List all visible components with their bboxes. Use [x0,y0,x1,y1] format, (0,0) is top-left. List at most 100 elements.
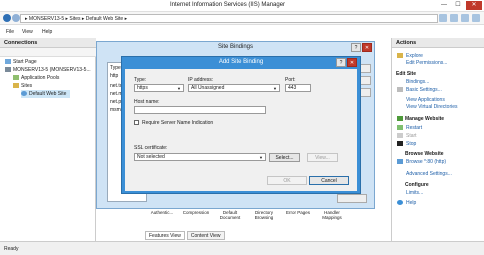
help-icon [397,200,403,205]
select-certificate-button[interactable]: Select... [269,153,300,162]
menu-help[interactable]: Help [42,29,52,35]
chevron-down-icon: ▼ [273,86,277,91]
close-button[interactable]: ✕ [347,58,357,67]
restart-icon [397,125,403,130]
window-title: Internet Information Services (IIS) Mana… [170,2,286,8]
section-manage-website: Manage Website [405,116,445,122]
help-button[interactable]: ? [336,58,346,67]
window-controls: — ☐ ✕ [438,1,482,10]
connections-pane: Connections Start Page MONSERV13-5 (MONS… [0,38,96,241]
action-bindings[interactable]: Bindings... [406,79,429,85]
close-button[interactable]: ✕ [362,43,372,52]
status-text: Ready [4,246,19,252]
maximize-button[interactable]: ☐ [452,1,464,10]
help-button[interactable]: ? [351,43,361,52]
action-advanced-settings[interactable]: Advanced Settings... [406,171,452,177]
menu-file[interactable]: File [6,29,14,35]
port-field[interactable]: 443 [285,84,311,92]
add-site-binding-dialog: Add Site Binding ? ✕ Type: https ▼ IP add… [121,56,361,194]
add-binding-title: Add Site Binding [218,59,264,65]
action-help[interactable]: Help [406,200,416,206]
section-edit-site: Edit Site [396,71,417,77]
actions-header: Actions [392,38,484,48]
actions-pane: Actions Explore Edit Permissions... Edit… [391,38,484,241]
toolbar-icons [439,14,480,22]
action-explore[interactable]: Explore [406,53,423,59]
list-item[interactable]: net.p [110,99,121,105]
server-icon [5,67,11,72]
connections-header: Connections [0,38,96,48]
feature-authentication[interactable]: Authentic... [145,210,179,215]
stop-icon[interactable] [450,14,458,22]
sni-label: Require Server Name Indication [142,120,214,126]
tree-item-start-page[interactable]: Start Page [5,58,37,66]
title-bar: Internet Information Services (IIS) Mana… [0,0,484,12]
breadcrumb[interactable]: ▸ MONSERV13-5 ▸ Sites ▸ Default Web Site… [20,14,438,23]
feature-handler-mappings[interactable]: Handler Mappings [315,210,349,220]
type-label: Type: [134,77,147,83]
ip-address-select[interactable]: All Unassigned ▼ [188,84,280,92]
folder-icon [13,83,19,88]
home-icon[interactable] [461,14,469,22]
folder-icon [397,53,403,58]
view-certificate-button: View... [307,153,338,162]
action-browse-80[interactable]: Browse *:80 (http) [406,159,446,165]
action-stop[interactable]: Stop [406,141,416,147]
action-basic-settings[interactable]: Basic Settings... [406,87,442,93]
cancel-button[interactable]: Cancel [309,176,349,185]
connections-toolbar [0,48,96,57]
tab-features-view[interactable]: Features View [145,231,185,240]
feature-compression[interactable]: Compression [179,210,213,215]
feature-ribbon: Authentic... Compression Default Documen… [145,208,390,232]
host-name-field[interactable] [134,106,266,114]
refresh-icon[interactable] [439,14,447,22]
page-icon [5,59,11,64]
view-tabs: Features View Content View [145,231,225,240]
section-configure: Configure [405,182,429,188]
ssl-certificate-select[interactable]: Not selected ▼ [134,153,266,161]
host-name-label: Host name: [134,99,160,105]
section-browse-website: Browse Website [405,151,444,157]
tab-content-view[interactable]: Content View [186,231,225,240]
menu-view[interactable]: View [22,29,33,35]
forward-arrow-icon[interactable] [12,14,20,22]
type-select[interactable]: https ▼ [134,84,184,92]
list-item[interactable]: http [110,73,118,79]
feature-default-document[interactable]: Default Document [213,210,247,220]
globe-icon [397,159,403,164]
settings-icon [397,87,403,92]
chevron-down-icon: ▼ [259,155,263,160]
site-bindings-controls: ? ✕ [351,43,372,52]
action-view-virtual-directories[interactable]: View Virtual Directories [406,104,458,110]
action-edit-permissions[interactable]: Edit Permissions... [406,60,447,66]
globe-icon [21,91,27,96]
action-start: Start [406,133,417,139]
address-bar: ▸ MONSERV13-5 ▸ Sites ▸ Default Web Site… [0,12,484,25]
port-label: Port: [285,77,296,83]
tree-item-app-pools[interactable]: Application Pools [13,74,59,82]
feature-error-pages[interactable]: Error Pages [281,210,315,215]
ssl-certificate-label: SSL certificate: [134,145,168,151]
help-icon[interactable] [472,14,480,22]
back-arrow-icon[interactable] [3,14,11,22]
minimize-button[interactable]: — [438,1,450,10]
tree-item-server[interactable]: MONSERV13-5 (MONSERV13-5... [5,66,91,74]
chevron-down-icon: ▼ [177,86,181,91]
status-bar: Ready [0,241,484,255]
action-limits[interactable]: Limits... [406,190,423,196]
manage-icon [397,116,403,121]
action-view-applications[interactable]: View Applications [406,97,445,103]
stop-icon [397,141,403,146]
site-bindings-title: Site Bindings [217,44,254,50]
bindings-close-button[interactable] [337,194,367,203]
sni-checkbox[interactable] [134,120,139,125]
action-restart[interactable]: Restart [406,125,422,131]
ok-button: OK [267,176,307,185]
tree-item-default-web-site[interactable]: Default Web Site [21,90,71,98]
add-binding-controls: ? ✕ [336,58,357,67]
feature-directory-browsing[interactable]: Directory Browsing [247,210,281,220]
tree-item-sites[interactable]: Sites [13,82,32,90]
menu-bar: File View Help [0,26,484,36]
close-button[interactable]: ✕ [466,1,482,10]
bindings-col-type: Type [110,65,121,71]
